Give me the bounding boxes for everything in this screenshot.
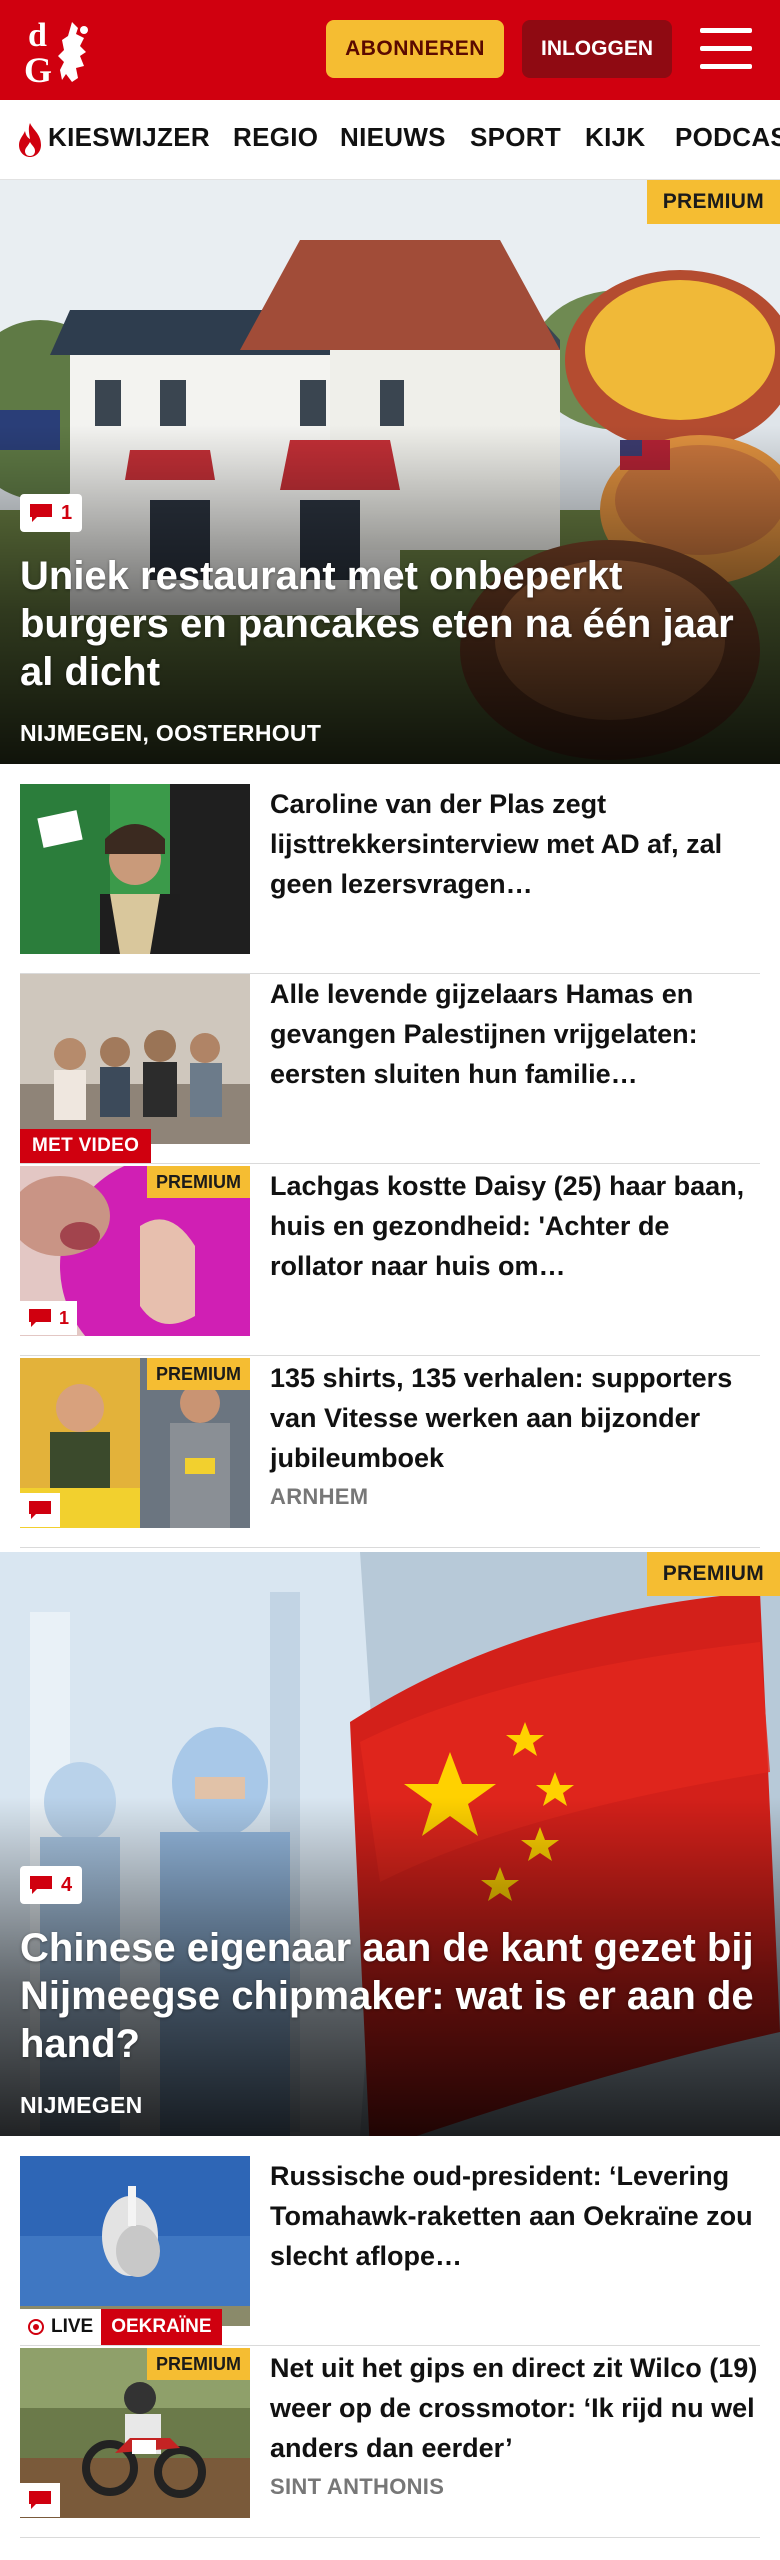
comment-count: 1 bbox=[61, 501, 73, 524]
comment-bubble-icon bbox=[29, 2491, 51, 2509]
hero-location: NIJMEGEN, OOSTERHOUT bbox=[20, 720, 322, 746]
article-headline[interactable]: Caroline van der Plas zegt lijsttrekkers… bbox=[270, 784, 760, 904]
article-location: SINT ANTHONIS bbox=[270, 2474, 445, 2499]
comment-bubble-icon bbox=[29, 1501, 51, 1519]
nav-item-kijk[interactable]: KIJK bbox=[585, 122, 645, 153]
hero-article-restaurant[interactable]: PREMIUM 1 Uniek restaurant met onbeperkt… bbox=[0, 180, 780, 764]
section-nav: KIESWIJZER REGIO NIEUWS SPORT KIJK PODCA… bbox=[0, 100, 780, 180]
comment-count: 1 bbox=[59, 1307, 70, 1328]
premium-badge: PREMIUM bbox=[147, 2348, 250, 2380]
article-headline[interactable]: 135 shirts, 135 verhalen: supporters van… bbox=[270, 1358, 760, 1478]
article-thumbnail bbox=[20, 974, 250, 1144]
subscribe-button[interactable]: ABONNEREN bbox=[326, 20, 504, 78]
live-badge: LIVE OEKRAÏNE bbox=[20, 2309, 222, 2345]
hero-headline[interactable]: Uniek restaurant met onbeperkt burgers e… bbox=[20, 552, 760, 696]
article-headline[interactable]: Alle levende gijzelaars Hamas en gevange… bbox=[270, 974, 760, 1094]
comment-bubble-icon bbox=[30, 504, 52, 522]
hero-headline[interactable]: Chinese eigenaar aan de kant gezet bij N… bbox=[20, 1924, 760, 2068]
list-item[interactable]: Caroline van der Plas zegt lijsttrekkers… bbox=[20, 784, 760, 974]
article-location: ARNHEM bbox=[270, 1484, 369, 1509]
nav-item-regio[interactable]: REGIO bbox=[233, 122, 318, 153]
comment-count-badge bbox=[20, 2483, 60, 2517]
article-headline[interactable]: Lachgas kostte Daisy (25) haar baan, hui… bbox=[270, 1166, 760, 1286]
article-thumbnail bbox=[20, 784, 250, 954]
nav-item-nieuws[interactable]: NIEUWS bbox=[340, 122, 446, 153]
nav-item-sport[interactable]: SPORT bbox=[470, 122, 561, 153]
comment-bubble-icon bbox=[30, 1876, 52, 1894]
premium-badge: PREMIUM bbox=[646, 1552, 780, 1596]
premium-badge: PREMIUM bbox=[147, 1166, 250, 1198]
svg-text:G: G bbox=[24, 50, 52, 88]
video-badge: MET VIDEO bbox=[20, 1129, 152, 1163]
article-headline[interactable]: Russische oud-president: ‘Levering Tomah… bbox=[270, 2156, 760, 2276]
login-button[interactable]: INLOGGEN bbox=[522, 20, 672, 78]
flame-icon bbox=[19, 123, 41, 157]
nav-item-podcast[interactable]: PODCAST bbox=[675, 122, 780, 153]
hero-article-chipmaker[interactable]: PREMIUM 4 Chinese eigenaar aan de kant g… bbox=[0, 1552, 780, 2136]
list-item[interactable]: PREMIUM 135 shirts, 135 verhalen: suppor… bbox=[20, 1358, 760, 1548]
list-item[interactable]: MET VIDEO Alle levende gijzelaars Hamas … bbox=[20, 974, 760, 1164]
premium-badge: PREMIUM bbox=[646, 180, 780, 224]
comment-count-badge bbox=[20, 1493, 60, 1527]
article-thumbnail bbox=[20, 2156, 250, 2326]
live-label: LIVE bbox=[51, 2316, 94, 2337]
nav-item-kieswijzer[interactable]: KIESWIJZER bbox=[48, 122, 210, 153]
list-item[interactable]: PREMIUM 1 Lachgas kostte Daisy (25) haar… bbox=[20, 1166, 760, 1356]
premium-badge: PREMIUM bbox=[147, 1358, 250, 1390]
live-indicator: LIVE bbox=[20, 2309, 102, 2345]
comment-count: 4 bbox=[61, 1873, 73, 1896]
list-item[interactable]: PREMIUM Net uit het gips en direct zit W… bbox=[20, 2348, 760, 2538]
comment-count-badge: 1 bbox=[20, 1301, 78, 1335]
de-gelderlander-logo[interactable]: d G bbox=[20, 12, 120, 88]
article-headline[interactable]: Net uit het gips en direct zit Wilco (19… bbox=[270, 2348, 760, 2468]
live-dot-icon bbox=[28, 2319, 44, 2335]
hamburger-menu-icon[interactable] bbox=[700, 26, 752, 72]
svg-text:d: d bbox=[28, 17, 47, 54]
comment-bubble-icon bbox=[29, 1309, 51, 1327]
topic-label: OEKRAÏNE bbox=[101, 2309, 222, 2345]
comment-count-badge: 4 bbox=[20, 1866, 82, 1904]
hero-location: NIJMEGEN bbox=[20, 2092, 143, 2118]
top-bar: d G ABONNEREN INLOGGEN bbox=[0, 0, 780, 100]
list-item[interactable]: LIVE OEKRAÏNE Russische oud-president: ‘… bbox=[20, 2156, 760, 2346]
comment-count-badge: 1 bbox=[20, 494, 82, 532]
